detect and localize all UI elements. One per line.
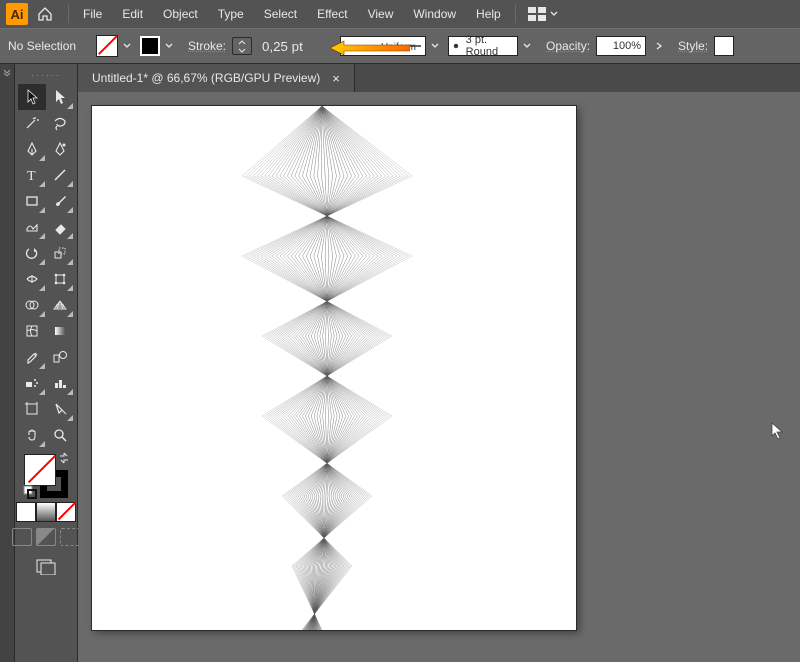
default-fill-stroke-icon[interactable] — [23, 485, 37, 499]
column-graph-tool[interactable] — [46, 370, 74, 396]
menu-edit[interactable]: Edit — [112, 1, 153, 27]
selection-status: No Selection — [8, 39, 90, 53]
zoom-tool[interactable] — [46, 422, 74, 448]
document-tab[interactable]: Untitled-1* @ 66,67% (RGB/GPU Preview) × — [78, 64, 355, 92]
style-label[interactable]: Style: — [678, 39, 708, 53]
color-mode-row — [16, 502, 76, 522]
direct-selection-tool[interactable] — [46, 84, 74, 110]
free-transform-tool[interactable] — [46, 266, 74, 292]
workspace: ······ T — [0, 64, 800, 662]
hand-tool[interactable] — [18, 422, 46, 448]
document-tabs: Untitled-1* @ 66,67% (RGB/GPU Preview) × — [78, 64, 800, 92]
pen-tool[interactable] — [18, 136, 46, 162]
paintbrush-tool[interactable] — [46, 188, 74, 214]
menu-select[interactable]: Select — [254, 1, 307, 27]
gradient-tool[interactable] — [46, 318, 74, 344]
fill-color-box[interactable] — [24, 454, 56, 486]
blend-tool[interactable] — [46, 344, 74, 370]
opacity-flyout-icon[interactable] — [652, 36, 666, 56]
rotate-tool[interactable] — [18, 240, 46, 266]
screen-mode-button[interactable] — [33, 556, 59, 578]
variable-width-profile[interactable]: Uniform — [340, 36, 442, 56]
workspace-switcher[interactable] — [528, 7, 558, 21]
control-bar: No Selection Stroke: Uniform 3 pt. Round… — [0, 28, 800, 64]
artboard — [92, 106, 576, 630]
separator — [515, 5, 516, 23]
rectangle-tool[interactable] — [18, 188, 46, 214]
stroke-swatch[interactable] — [140, 36, 176, 56]
chevron-down-icon[interactable] — [120, 36, 134, 56]
opacity-label[interactable]: Opacity: — [546, 39, 590, 53]
profile-preview: Uniform — [340, 36, 426, 56]
color-mode-solid[interactable] — [16, 502, 36, 522]
opacity-value[interactable]: 100% — [596, 36, 646, 56]
stepper-down-icon[interactable] — [233, 46, 251, 54]
panel-collapse-gutter[interactable] — [0, 64, 15, 662]
document-tab-label: Untitled-1* @ 66,67% (RGB/GPU Preview) — [92, 71, 320, 85]
brush-preview: 3 pt. Round — [448, 36, 518, 56]
shape-builder-tool[interactable] — [18, 292, 46, 318]
chevron-down-icon[interactable] — [520, 36, 534, 56]
lasso-tool[interactable] — [46, 110, 74, 136]
tools-drag-handle[interactable]: ······ — [31, 70, 61, 80]
brush-label: 3 pt. Round — [466, 34, 517, 58]
mesh-tool[interactable] — [18, 318, 46, 344]
menu-bar: Ai File Edit Object Type Select Effect V… — [0, 0, 800, 28]
stroke-label[interactable]: Stroke: — [188, 39, 226, 53]
graphic-style-swatch[interactable] — [714, 36, 734, 56]
width-tool[interactable] — [18, 266, 46, 292]
brush-definition[interactable]: 3 pt. Round — [448, 36, 534, 56]
stroke-weight-stepper[interactable] — [232, 37, 252, 55]
menu-window[interactable]: Window — [403, 1, 466, 27]
scale-tool[interactable] — [46, 240, 74, 266]
magic-wand-tool[interactable] — [18, 110, 46, 136]
swap-fill-stroke-icon[interactable] — [58, 452, 70, 464]
artboard-tool[interactable] — [18, 396, 46, 422]
none-fill-icon — [96, 35, 118, 57]
canvas[interactable] — [78, 92, 800, 662]
fill-stroke-control[interactable] — [24, 454, 68, 498]
tools-panel: ······ T — [15, 64, 78, 662]
draw-normal-icon[interactable] — [12, 528, 32, 546]
fill-swatch[interactable] — [96, 35, 134, 57]
perspective-grid-tool[interactable] — [46, 292, 74, 318]
stepper-up-icon[interactable] — [233, 38, 251, 46]
home-icon[interactable] — [36, 5, 54, 23]
curvature-tool[interactable] — [46, 136, 74, 162]
selection-tool[interactable] — [18, 84, 46, 110]
drawing-mode-row — [12, 528, 80, 546]
color-mode-gradient[interactable] — [36, 502, 56, 522]
separator — [68, 5, 69, 23]
svg-text:T: T — [27, 169, 36, 183]
stroke-weight-input[interactable] — [258, 37, 326, 55]
shaper-tool[interactable] — [18, 214, 46, 240]
menu-file[interactable]: File — [73, 1, 112, 27]
menu-object[interactable]: Object — [153, 1, 208, 27]
black-stroke-icon — [140, 36, 160, 56]
eraser-tool[interactable] — [46, 214, 74, 240]
cursor-icon — [770, 422, 786, 440]
svg-text:Uniform: Uniform — [381, 42, 416, 53]
artwork-blend-lines — [92, 106, 576, 630]
type-tool[interactable]: T — [18, 162, 46, 188]
menu-type[interactable]: Type — [208, 1, 254, 27]
menu-help[interactable]: Help — [466, 1, 511, 27]
eyedropper-tool[interactable] — [18, 344, 46, 370]
line-segment-tool[interactable] — [46, 162, 74, 188]
chevron-down-icon — [550, 11, 558, 17]
close-icon[interactable]: × — [332, 71, 340, 86]
menu-view[interactable]: View — [358, 1, 404, 27]
symbol-sprayer-tool[interactable] — [18, 370, 46, 396]
slice-tool[interactable] — [46, 396, 74, 422]
chevron-down-icon[interactable] — [428, 36, 442, 56]
app-logo: Ai — [6, 3, 28, 25]
draw-inside-icon[interactable] — [60, 528, 80, 546]
chevron-down-icon[interactable] — [162, 36, 176, 56]
color-mode-none[interactable] — [56, 502, 76, 522]
menu-effect[interactable]: Effect — [307, 1, 357, 27]
document-area: Untitled-1* @ 66,67% (RGB/GPU Preview) × — [78, 64, 800, 662]
draw-behind-icon[interactable] — [36, 528, 56, 546]
